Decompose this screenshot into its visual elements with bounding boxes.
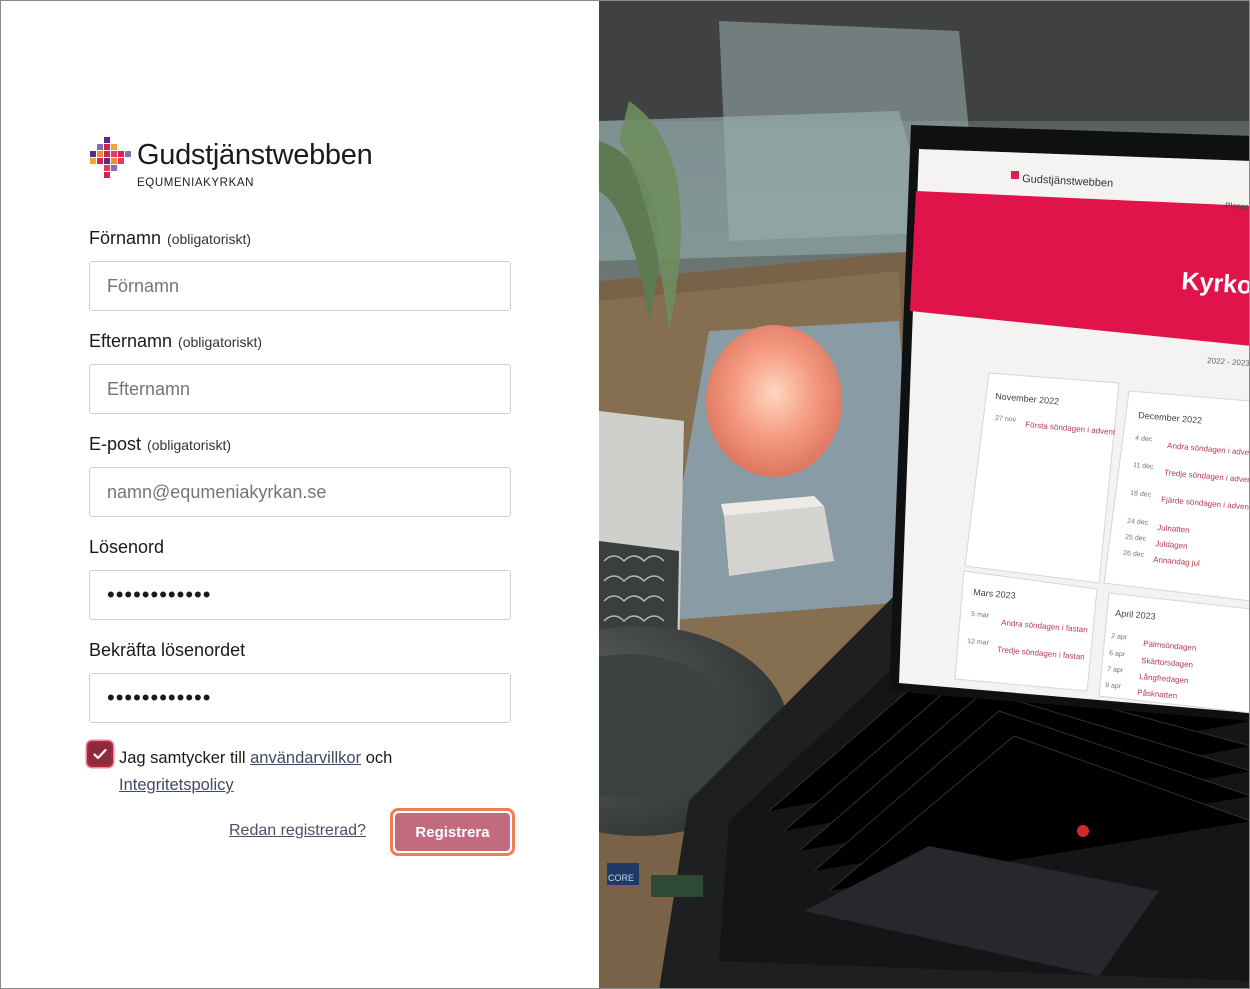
required-hint: (obligatoriskt) [147,437,232,453]
password-label: Lösenord [89,537,164,558]
screen-banner-text: Kyrko [1181,267,1250,300]
checkmark-icon [93,748,107,760]
already-registered-link[interactable]: Redan registrerad? [229,822,366,840]
password-label-text: Lösenord [89,537,165,557]
cal-date: 7 apr [1107,666,1124,674]
form-panel: Gudstjänstwebben EQUMENIAKYRKAN Förnamn (… [1,1,599,988]
first-name-input[interactable] [89,261,511,311]
last-name-label: Efternamn (obligatoriskt) [89,331,262,352]
screen-nav: Planer [1225,201,1249,211]
registration-page: Gudstjänstwebben EQUMENIAKYRKAN Förnamn (… [0,0,1250,989]
register-button-label: Registrera [395,813,510,851]
first-name-label: Förnamn (obligatoriskt) [89,228,251,249]
confirm-password-label-text: Bekräfta lösenordet [89,640,246,660]
cal-date: 6 apr [1109,650,1126,658]
hero-photo: CORE Gudstjänstwebben Planer Kyrko 2022 … [599,1,1250,988]
terms-link[interactable]: användarvillkor [250,749,361,767]
cal-date: 9 apr [1105,682,1122,690]
register-button[interactable]: Registrera [390,808,515,856]
laptop-photo-illustration: CORE Gudstjänstwebben Planer Kyrko 2022 … [599,1,1250,988]
brand-subtitle: EQUMENIAKYRKAN [137,177,255,189]
consent-checkbox[interactable] [87,741,113,767]
privacy-policy-link[interactable]: Integritetspolicy [119,776,234,794]
confirm-password-label: Bekräfta lösenordet [89,640,245,661]
consent-joiner: och [365,749,393,767]
email-input[interactable] [89,467,511,517]
last-name-label-text: Efternamn [89,331,173,351]
required-hint: (obligatoriskt) [167,231,252,247]
sticker-label: CORE [608,873,634,883]
password-input[interactable] [89,570,511,620]
brand-logo: Gudstjänstwebben EQUMENIAKYRKAN [88,137,418,193]
confirm-password-input[interactable] [89,673,511,723]
email-label: E-post (obligatoriskt) [89,434,231,455]
brand-title: Gudstjänstwebben [137,139,373,171]
consent-text: Jag samtycker till användarvillkor och I… [119,745,499,799]
required-hint: (obligatoriskt) [178,334,263,350]
consent-prefix: Jag samtycker till [119,749,246,767]
email-label-text: E-post [89,434,142,454]
cross-logo-icon [90,137,131,178]
last-name-input[interactable] [89,364,511,414]
first-name-label-text: Förnamn [89,228,162,248]
cal-date: 2 apr [1111,633,1128,641]
